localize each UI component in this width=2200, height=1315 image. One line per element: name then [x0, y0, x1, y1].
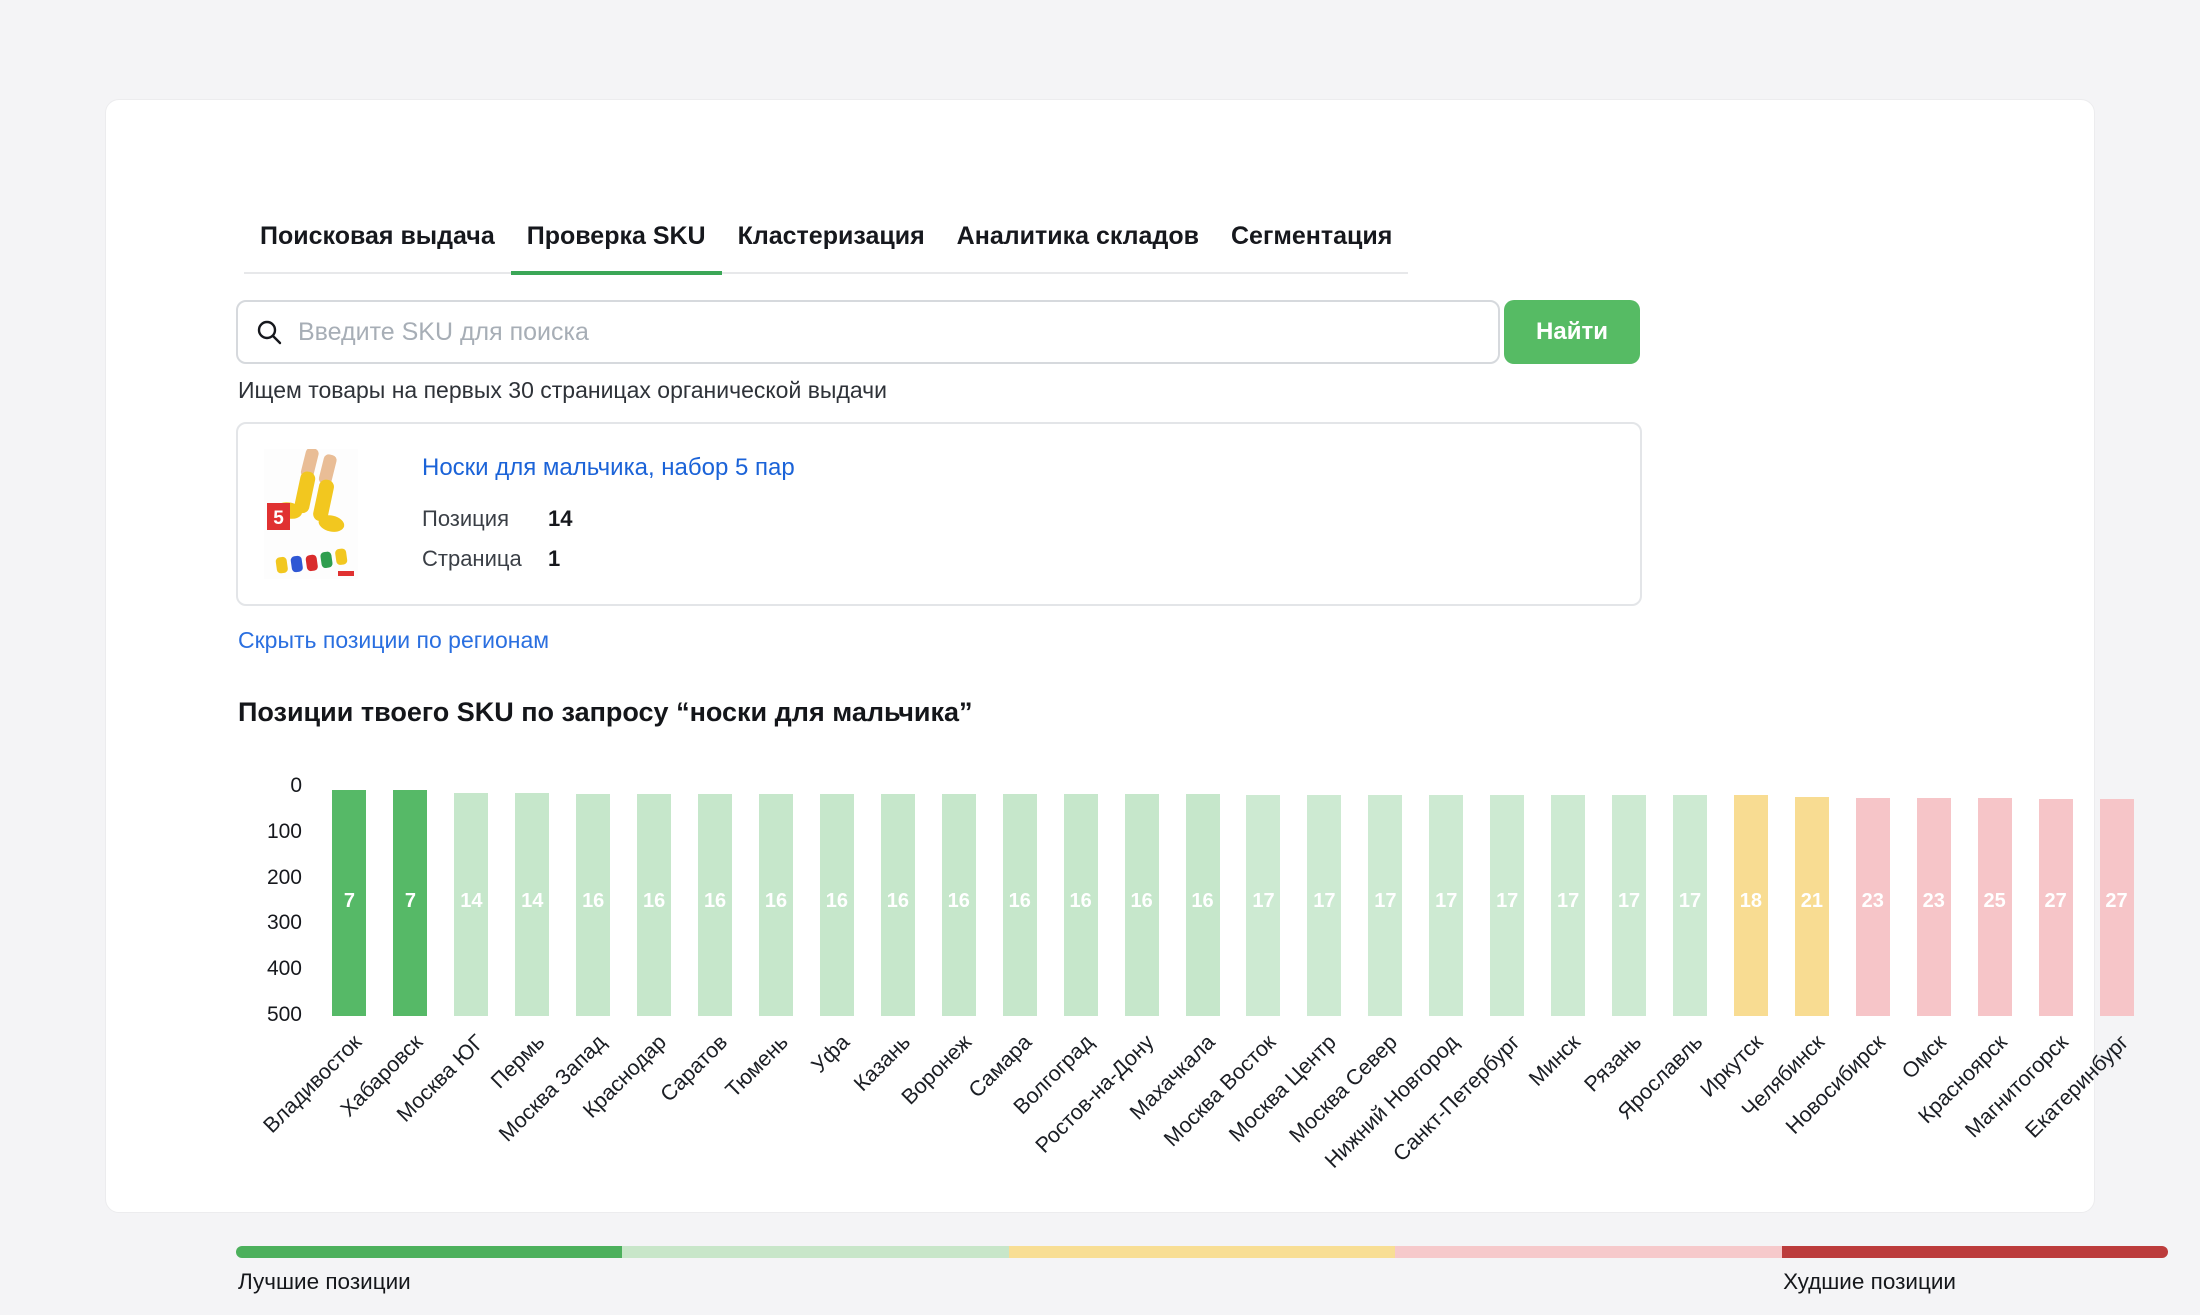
x-axis-label: Москва Запад — [494, 1030, 611, 1147]
search-button[interactable]: Найти — [1504, 300, 1640, 364]
legend-color-segment — [1782, 1246, 2168, 1258]
tab-2[interactable]: Кластеризация — [722, 212, 941, 275]
position-color-scale — [236, 1246, 2168, 1258]
y-axis-tick: 200 — [236, 866, 302, 890]
legend-color-segment — [1009, 1246, 1395, 1258]
product-image: 5 — [264, 449, 358, 579]
bar-value-label: 16 — [568, 890, 618, 913]
bar-value-label: 18 — [1726, 890, 1776, 913]
legend-best-label: Лучшие позиции — [238, 1269, 411, 1295]
x-axis-label: Владивосток — [259, 1030, 367, 1138]
bar-value-label: 17 — [1299, 890, 1349, 913]
bar-value-label: 16 — [1178, 890, 1228, 913]
bar-value-label: 16 — [751, 890, 801, 913]
tab-1[interactable]: Проверка SKU — [511, 212, 722, 275]
search-helper-text: Ищем товары на первых 30 страницах орган… — [238, 377, 887, 404]
y-axis-tick: 400 — [236, 957, 302, 981]
tab-3[interactable]: Аналитика складов — [941, 212, 1215, 275]
y-axis-tick: 500 — [236, 1003, 302, 1027]
position-value: 14 — [548, 506, 572, 532]
y-axis-tick: 300 — [236, 911, 302, 935]
x-axis-label: Омск — [1897, 1030, 1951, 1084]
bar-value-label: 16 — [690, 890, 740, 913]
x-axis-label: Саратов — [656, 1030, 733, 1107]
x-axis-label: Тюмень — [721, 1030, 794, 1103]
legend-color-segment — [1395, 1246, 1781, 1258]
bar-value-label: 16 — [873, 890, 923, 913]
y-axis-tick: 100 — [236, 820, 302, 844]
bar-value-label: 23 — [1909, 890, 1959, 913]
bar-value-label: 16 — [1117, 890, 1167, 913]
bar-value-label: 17 — [1604, 890, 1654, 913]
product-card: 5 Носки для мальчика, набор 5 пар Позици… — [236, 422, 1642, 606]
bar-value-label: 17 — [1482, 890, 1532, 913]
position-label: Позиция — [422, 506, 509, 532]
legend-color-segment — [622, 1246, 1008, 1258]
bar-value-label: 16 — [934, 890, 984, 913]
legend-color-segment — [236, 1246, 622, 1258]
bar-value-label: 7 — [385, 890, 435, 913]
page-value: 1 — [548, 546, 560, 572]
x-axis-label: Минск — [1524, 1030, 1585, 1091]
bar-value-label: 21 — [1787, 890, 1837, 913]
positions-bar-chart: 01002003004005007Владивосток7Хабаровск14… — [236, 776, 2168, 1196]
search-icon — [256, 319, 282, 345]
bar-value-label: 27 — [2092, 890, 2142, 913]
bar-value-label: 23 — [1848, 890, 1898, 913]
tab-4[interactable]: Сегментация — [1215, 212, 1408, 275]
bar-value-label: 17 — [1360, 890, 1410, 913]
x-axis-label: Уфа — [806, 1030, 854, 1078]
bar-value-label: 17 — [1421, 890, 1471, 913]
product-title-link[interactable]: Носки для мальчика, набор 5 пар — [422, 454, 795, 482]
tab-bar: Поисковая выдачаПроверка SKUКластеризаци… — [244, 212, 1408, 274]
main-panel: Поисковая выдачаПроверка SKUКластеризаци… — [105, 99, 2095, 1213]
y-axis-tick: 0 — [236, 774, 302, 798]
legend-worst-label: Худшие позиции — [1783, 1269, 1956, 1295]
page-label: Страница — [422, 546, 522, 572]
bar-value-label: 27 — [2031, 890, 2081, 913]
chart-title: Позиции твоего SKU по запросу “носки для… — [238, 697, 973, 728]
search-input[interactable] — [236, 300, 1500, 364]
search-row: Найти — [236, 300, 1640, 364]
bar-value-label: 17 — [1665, 890, 1715, 913]
bar-value-label: 25 — [1970, 890, 2020, 913]
bar-value-label: 16 — [812, 890, 862, 913]
product-image-badge: 5 — [273, 508, 284, 529]
bar-value-label: 17 — [1238, 890, 1288, 913]
hide-regions-link[interactable]: Скрыть позиции по регионам — [238, 627, 549, 654]
bar-value-label: 17 — [1543, 890, 1593, 913]
bar-value-label: 14 — [507, 890, 557, 913]
tab-0[interactable]: Поисковая выдача — [244, 212, 511, 275]
bar-value-label: 16 — [1056, 890, 1106, 913]
bar-value-label: 14 — [446, 890, 496, 913]
bar-value-label: 7 — [324, 890, 374, 913]
bar-value-label: 16 — [995, 890, 1045, 913]
bar-value-label: 16 — [629, 890, 679, 913]
